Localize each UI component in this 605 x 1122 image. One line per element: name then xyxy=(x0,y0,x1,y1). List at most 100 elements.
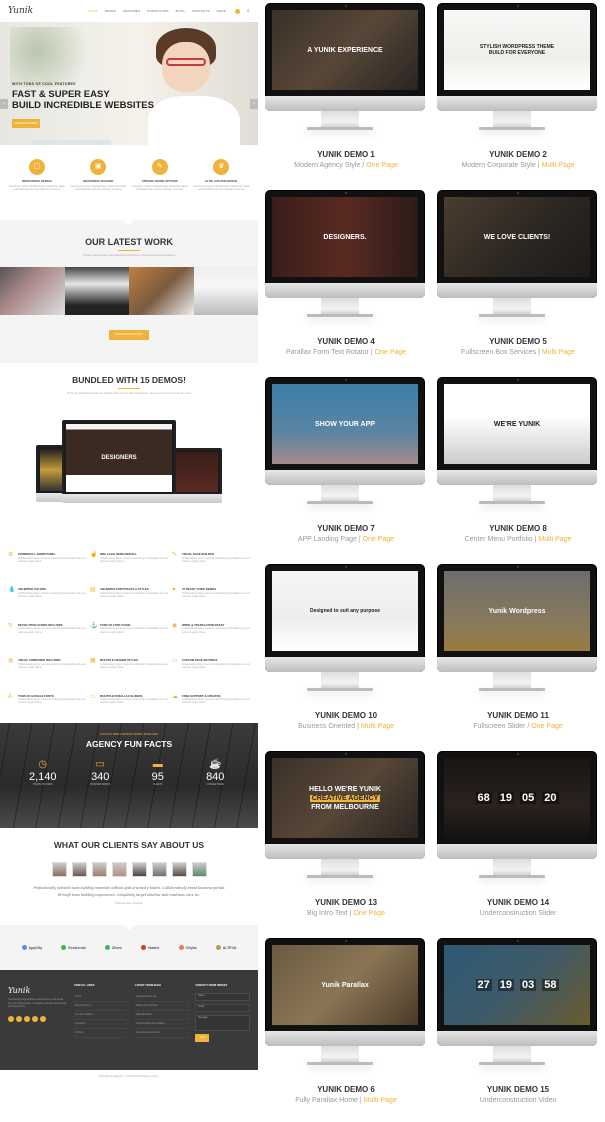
demo-page-type[interactable]: Multi Page xyxy=(364,1097,397,1104)
google-icon[interactable] xyxy=(24,1015,30,1022)
demo-card[interactable]: Designed to suit any purpose YUNIK DEMO 1… xyxy=(260,561,432,748)
demo-screenshot[interactable]: Yunik Wordpress xyxy=(444,571,590,651)
demo-screenshot[interactable]: 68 19 05 20 xyxy=(444,758,590,838)
footer-link[interactable]: Portfolio › xyxy=(74,1029,129,1038)
monitor-chin xyxy=(265,96,425,111)
partner-logo[interactable]: Ecotrends xyxy=(61,945,86,950)
demo-page-type[interactable]: One Page xyxy=(363,536,395,543)
nav-item-portfolios[interactable]: Portfolios xyxy=(147,9,168,13)
column-title: CONTACT FROM WIDGET xyxy=(195,984,228,987)
hero-title-line-2: BUILD INCREDIBLE WEBSITES xyxy=(12,100,154,111)
footer-link[interactable]: Home › xyxy=(74,993,129,1002)
demo-screenshot[interactable]: HELLO WE'RE YUNIK CREATIVE AGENCY FROM MEL… xyxy=(272,758,418,838)
demo-screenshot[interactable]: 27 19 03 58 xyxy=(444,945,590,1025)
demo-card[interactable]: Yunik Parallax YUNIK DEMO 6 Fully Parallax… xyxy=(260,935,432,1122)
send-button[interactable]: Send xyxy=(195,1034,210,1042)
imac-frame: 27 19 03 58 xyxy=(437,938,597,1046)
name-field[interactable]: Name xyxy=(195,993,251,1001)
footer-link[interactable]: About Version 1 › xyxy=(74,1002,129,1011)
portfolio-image[interactable] xyxy=(64,267,129,315)
fact-icon: ☕ xyxy=(209,759,222,770)
demo-desc: Modern Corporate Style xyxy=(461,162,536,169)
monitor-base xyxy=(479,501,545,504)
portfolio-image[interactable] xyxy=(193,267,258,315)
portfolio-image[interactable] xyxy=(0,267,65,315)
partner-logo[interactable]: AppCity xyxy=(21,945,42,950)
demo-card[interactable]: WE LOVE CLIENTS! YUNIK DEMO 5 Fullscreen B… xyxy=(432,187,604,374)
footer-link[interactable]: White Mountain › xyxy=(134,1011,190,1020)
demo-name: YUNIK DEMO 13 xyxy=(314,898,378,907)
logo[interactable]: Yunik xyxy=(8,6,88,16)
footer-link[interactable]: Waiting for Christmas › xyxy=(134,1002,190,1011)
demo-screenshot[interactable]: Yunik Parallax xyxy=(272,945,418,1025)
nav-item-features[interactable]: Features xyxy=(123,9,140,13)
search-icon[interactable]: ⌕ xyxy=(247,8,250,14)
view-portfolio-button[interactable]: VIEW OUR PORTFOLIO xyxy=(109,330,149,340)
demo-screenshot[interactable]: Designed to suit any purpose xyxy=(272,571,418,651)
demo-page-type[interactable]: One Page xyxy=(366,162,398,169)
see-features-button[interactable]: SEE FEATURES xyxy=(12,119,40,128)
facebook-icon[interactable] xyxy=(8,1015,14,1022)
demo-page-type[interactable]: One Page xyxy=(375,349,407,356)
demo-screenshot[interactable]: SHOW YOUR APP xyxy=(272,384,418,464)
partner-logo[interactable]: Zilent xyxy=(105,945,122,950)
demo-page-type[interactable]: Multi Page xyxy=(541,162,574,169)
demo-page-type[interactable]: Multi Page xyxy=(542,349,575,356)
demo-card[interactable]: DESIGNERS. YUNIK DEMO 4 Parallax Form Text… xyxy=(260,187,432,374)
slider-next-arrow-icon[interactable]: › xyxy=(250,99,258,109)
demo-card[interactable]: A YUNIK EXPERIENCE YUNIK DEMO 1 Modern Age… xyxy=(260,0,432,187)
demo-page-type[interactable]: One Page xyxy=(531,723,563,730)
nav-item-blog[interactable]: Blog xyxy=(176,9,185,13)
slider-prev-arrow-icon[interactable]: ‹ xyxy=(0,99,8,109)
cart-icon[interactable] xyxy=(234,8,240,14)
testimonial-author: Paula Morrison / Designer xyxy=(115,902,143,905)
demo-screenshot[interactable]: DESIGNERS. xyxy=(272,197,418,277)
partner-logo[interactable]: ALTEVA xyxy=(215,945,236,950)
demo-card[interactable]: 68 19 05 20 YUNIK DEMO 14 Underconstruction S… xyxy=(432,748,604,935)
client-avatar[interactable] xyxy=(131,862,147,877)
nav-item-pages[interactable]: Pages xyxy=(105,9,116,13)
client-avatar[interactable] xyxy=(151,862,167,877)
countdown-digit: 58 xyxy=(542,979,559,991)
demo-page-type[interactable]: One Page xyxy=(353,910,385,917)
client-avatar[interactable] xyxy=(171,862,187,877)
demo-card[interactable]: SHOW YOUR APP YUNIK DEMO 7 APP Landing Pag… xyxy=(260,374,432,561)
client-avatar[interactable] xyxy=(191,862,207,877)
nav-item-contacts[interactable]: Contacts xyxy=(192,9,210,13)
linkedin-icon[interactable] xyxy=(40,1015,46,1022)
footer-link[interactable]: Contacts 2 › xyxy=(74,1020,129,1029)
demo-card[interactable]: Yunik Wordpress YUNIK DEMO 11 Fullscreen S… xyxy=(432,561,604,748)
demo-screenshot[interactable]: WE LOVE CLIENTS! xyxy=(444,197,590,277)
partner-logo[interactable]: Cityba xyxy=(178,945,197,950)
client-avatar[interactable] xyxy=(111,862,127,877)
demos-grid: A YUNIK EXPERIENCE YUNIK DEMO 1 Modern Age… xyxy=(260,0,605,1122)
footer-link[interactable]: Sound-track Audio Post › xyxy=(134,1029,190,1038)
demo-screenshot[interactable]: WE'RE YUNIK xyxy=(444,384,590,464)
message-field[interactable]: Message xyxy=(195,1015,251,1031)
nav-item-shop[interactable]: Shop xyxy=(217,9,226,13)
demo-screenshot[interactable]: A YUNIK EXPERIENCE xyxy=(272,10,418,90)
monitor-chin xyxy=(437,470,597,485)
demo-card[interactable]: HELLO WE'RE YUNIK CREATIVE AGENCY FROM MEL… xyxy=(260,748,432,935)
demo-card[interactable]: WE'RE YUNIK YUNIK DEMO 8 Center Menu Portf… xyxy=(432,374,604,561)
email-field[interactable]: Email xyxy=(195,1004,251,1012)
footer-link[interactable]: Services Version 2 › xyxy=(74,1011,129,1020)
client-avatar[interactable] xyxy=(71,862,87,877)
dribbble-icon[interactable] xyxy=(32,1015,38,1022)
client-avatar[interactable] xyxy=(51,862,67,877)
screen-headline: STYLISH WORDPRESS THEME BUILD FOR EVERYO… xyxy=(479,44,555,56)
footer-link[interactable]: Looking into the sea › xyxy=(134,993,190,1002)
portfolio-image[interactable] xyxy=(129,267,194,315)
nav-item-home[interactable]: Home xyxy=(88,9,98,13)
feature-title: REVOLUTION SLIDER INCLUDED xyxy=(18,622,63,627)
demo-page-type[interactable]: Multi Page xyxy=(361,723,394,730)
demo-card[interactable]: STYLISH WORDPRESS THEME BUILD FOR EVERYO… xyxy=(432,0,604,187)
demo-page-type[interactable]: Multi Page xyxy=(538,536,571,543)
footer-link[interactable]: Proportionally build visualize › xyxy=(134,1020,190,1029)
fact-icon: ▬ xyxy=(152,759,163,770)
demo-card[interactable]: 27 19 03 58 YUNIK DEMO 15 Underconstruction V… xyxy=(432,935,604,1122)
partner-logo[interactable]: Vaatier xyxy=(140,945,159,950)
client-avatar[interactable] xyxy=(91,862,107,877)
demo-screenshot[interactable]: STYLISH WORDPRESS THEME BUILD FOR EVERYO… xyxy=(444,10,590,90)
twitter-icon[interactable] xyxy=(16,1015,22,1022)
